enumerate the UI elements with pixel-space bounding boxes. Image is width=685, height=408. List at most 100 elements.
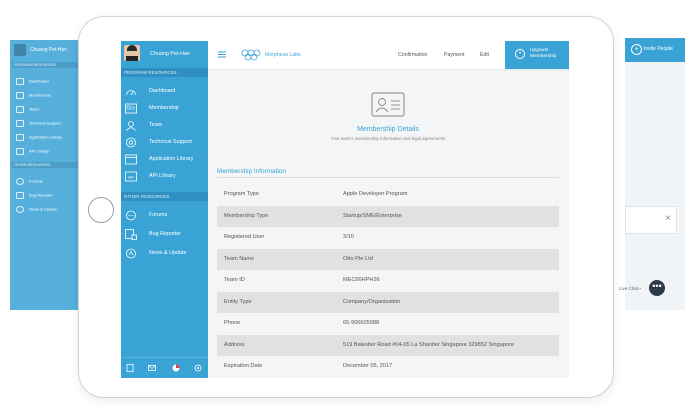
table-row: Registered User 3/10 <box>217 227 559 249</box>
bg-item: Forums <box>16 178 43 185</box>
row-label: Entity Type <box>224 298 252 305</box>
sidebar-item-label: News & Update <box>149 250 187 256</box>
sidebar-item-membership[interactable]: Membership <box>121 100 208 117</box>
sidebar-item-label: Team <box>149 122 163 128</box>
upgrade-arrow-icon <box>515 49 525 59</box>
brand-name: Morpheus Labs <box>265 52 301 58</box>
sidebar-item-label: Application Library <box>149 156 194 162</box>
nav-edit[interactable]: Edit <box>480 52 489 58</box>
sidebar-item-technical-support[interactable]: Technical Support <box>121 134 208 151</box>
top-bar: Morpheus Labs Confirmation Payment Edit … <box>208 41 569 70</box>
live-chat-label: Live Chat • <box>619 286 641 291</box>
bg-item: Technical Support <box>16 120 61 127</box>
row-label: Program Type <box>224 191 260 197</box>
row-value: Apple Developer Program <box>343 191 408 197</box>
support-icon <box>126 137 136 148</box>
sidebar: Chuang Pei-Han PROGRAM RESOURCES Dashboa… <box>121 41 208 378</box>
sidebar-item-forums[interactable]: Forums <box>121 207 208 224</box>
api-icon: API <box>125 171 137 182</box>
row-label: Team Name <box>224 255 255 262</box>
membership-info-table: Program Type Apple Developer Program Memb… <box>217 184 559 378</box>
mail-icon[interactable] <box>148 364 156 372</box>
sidebar-item-label: Bug Reporter <box>149 231 182 237</box>
sidebar-item-dashboard[interactable]: Dashboard <box>121 83 208 100</box>
background-sidebar-panel: Chuang Pei-Han PROGRAM RESOURCES Dashboa… <box>10 40 78 310</box>
dashboard-icon <box>126 90 136 96</box>
settings-icon[interactable] <box>194 364 202 372</box>
bg-section-program: PROGRAM RESOURCES <box>12 62 78 68</box>
bg-header: + Invite People <box>625 38 685 62</box>
sidebar-item-label: Technical Support <box>149 139 192 145</box>
row-value: MEC66HPH36 <box>343 277 380 283</box>
bg-user-name: Chuang Pei-Han <box>30 47 67 53</box>
home-button <box>88 197 114 223</box>
news-icon <box>126 248 136 259</box>
table-row: Phone 65-906605088 <box>217 313 559 335</box>
upgrade-membership-button[interactable]: Upgrade Membership <box>505 41 569 69</box>
page-subtitle: Your team's membership information and l… <box>330 136 446 141</box>
sidebar-item-news-update[interactable]: News & Update <box>121 245 208 262</box>
sidebar-item-label: API Library <box>149 173 176 179</box>
nav-confirmation[interactable]: Confirmation <box>398 52 427 58</box>
app-library-icon <box>125 154 137 165</box>
row-value: Company/Organization <box>343 298 401 305</box>
table-row: Team Name Otto Pte Ltd <box>217 248 559 270</box>
avatar <box>14 44 26 56</box>
sidebar-item-api-library[interactable]: API API Library <box>121 168 208 185</box>
table-row: Entity Type Company/Organization <box>217 291 559 313</box>
plus-icon: + <box>631 44 642 55</box>
close-icon: × <box>665 213 671 224</box>
sidebar-item-label: Forums <box>149 212 168 218</box>
row-label: Registered User <box>224 234 265 240</box>
nav-payment[interactable]: Payment <box>444 52 464 58</box>
row-value: 3/10 <box>343 234 354 240</box>
upgrade-label-line2: Membership <box>530 54 557 59</box>
sidebar-footer <box>121 357 208 378</box>
bg-item: Application Library <box>16 134 62 141</box>
table-row: Team ID MEC66HPH36 <box>217 270 559 292</box>
sidebar-user[interactable]: Chuang Pei-Han <box>121 41 208 66</box>
upgrade-label: Upgrade Membership <box>530 48 556 60</box>
svg-text:API: API <box>128 176 134 180</box>
bg-item: Dashboard <box>16 78 49 85</box>
section-other-resources: OTHER RESOURCES <box>121 192 208 201</box>
divider <box>217 177 559 178</box>
row-label: Membership Type <box>224 212 269 219</box>
table-row: Program Type Apple Developer Program <box>217 184 559 206</box>
bg-section-other: OTHER RESOURCES <box>12 162 78 168</box>
page-title: Membership Details <box>357 126 419 133</box>
sidebar-item-team[interactable]: Team <box>121 117 208 134</box>
document-icon[interactable] <box>126 364 134 372</box>
user-flag-icon[interactable] <box>172 364 180 372</box>
section-title: Membership Information <box>217 168 286 175</box>
row-value: Startup/SME/Enterprise <box>343 212 402 219</box>
sidebar-item-label: Membership <box>149 105 179 111</box>
chat-bubble-icon: ••• <box>649 280 665 296</box>
forums-icon <box>126 210 136 221</box>
avatar <box>124 45 140 61</box>
sidebar-item-label: Dashboard <box>149 88 176 94</box>
bg-item: News & Update <box>16 206 57 213</box>
brand-logo-icon <box>241 49 261 61</box>
sidebar-item-application-library[interactable]: Application Library <box>121 151 208 168</box>
bg-item: Team <box>16 106 39 113</box>
hamburger-menu-icon[interactable] <box>218 51 226 58</box>
membership-icon <box>125 103 137 114</box>
membership-card-icon <box>371 92 405 117</box>
bg-item: Bug Reporter <box>16 192 53 199</box>
sidebar-item-bug-reporter[interactable]: Bug Reporter <box>121 226 208 243</box>
row-label: Phone <box>224 320 241 326</box>
invite-people-label: Invite People <box>644 46 673 52</box>
row-value: 519 Balestier Road #04-05 La Shantier Si… <box>343 341 515 348</box>
app-screen: Chuang Pei-Han PROGRAM RESOURCES Dashboa… <box>121 41 569 378</box>
user-name: Chuang Pei-Han <box>150 51 190 57</box>
bg-item: Membership <box>16 92 51 99</box>
row-value: Otto Pte Ltd <box>343 255 373 262</box>
bg-dialog: × <box>625 206 677 234</box>
row-value: December 05, 2017 <box>343 363 393 369</box>
row-label: Expiration Date <box>224 363 263 369</box>
row-value: 65-906605088 <box>343 320 380 326</box>
row-label: Team ID <box>224 277 245 283</box>
bug-reporter-icon <box>125 229 137 240</box>
table-row: Address 519 Balestier Road #04-05 La Shan… <box>217 334 559 356</box>
